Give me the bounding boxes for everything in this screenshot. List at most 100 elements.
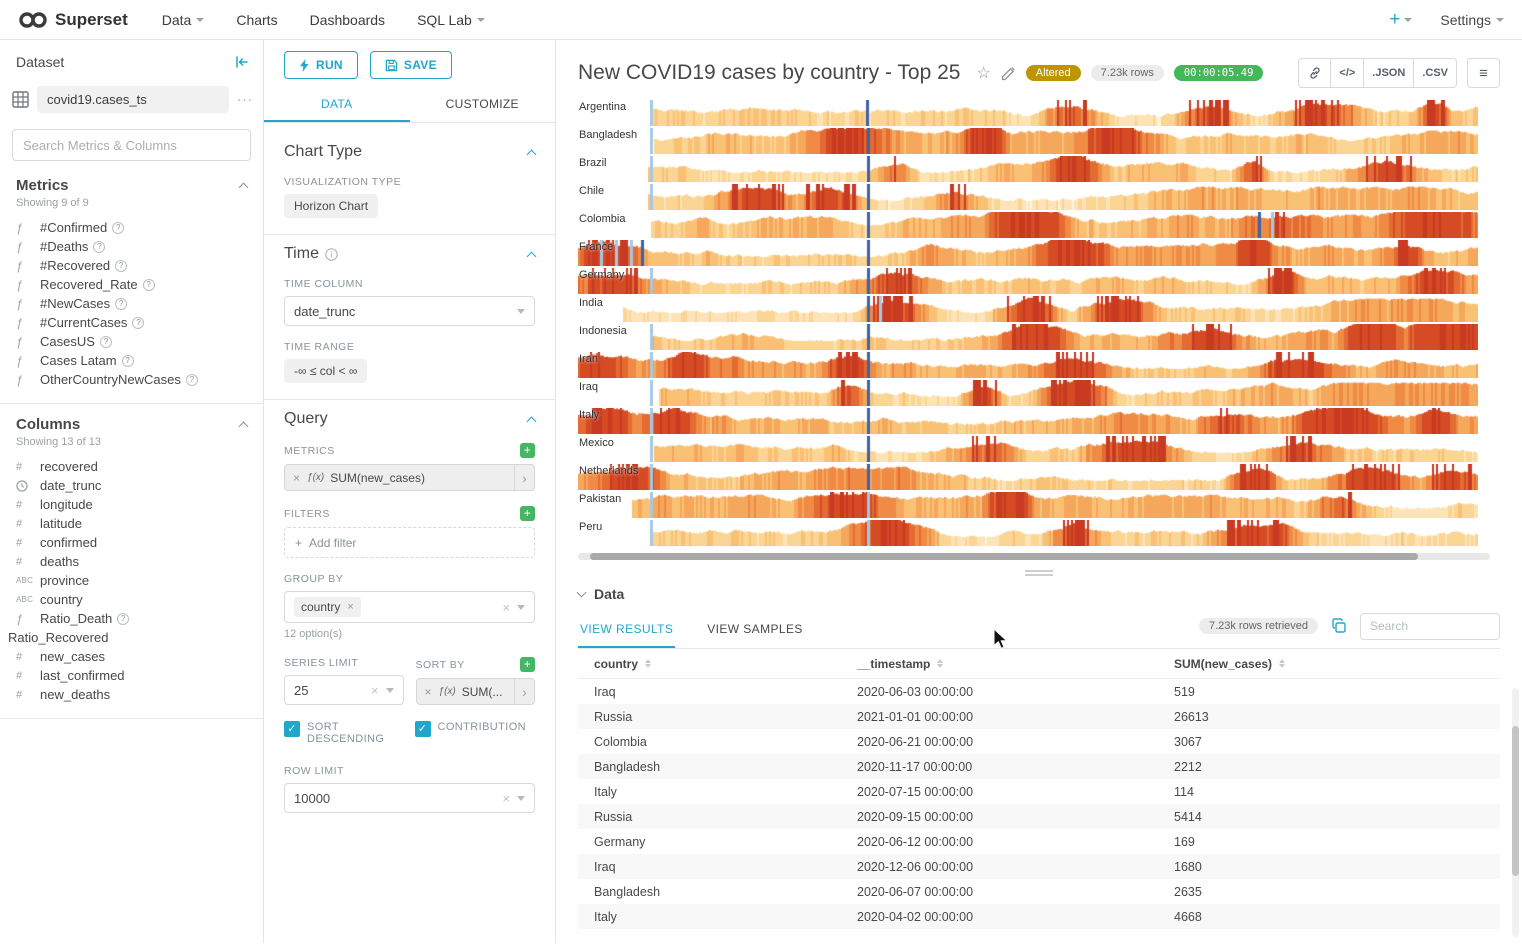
sort-descending-checkbox[interactable]: ✓ SORT DESCENDING <box>284 721 405 745</box>
collapse-section-icon[interactable] <box>527 149 537 159</box>
panel-resize-handle[interactable] <box>1025 570 1053 576</box>
column-item[interactable]: ABCprovince <box>16 571 247 590</box>
favorite-star-icon[interactable]: ☆ <box>976 63 990 83</box>
export-csv-button[interactable]: .CSV <box>1413 58 1457 88</box>
search-metrics-input[interactable] <box>12 129 251 161</box>
vertical-scrollbar[interactable] <box>1512 688 1519 937</box>
table-row[interactable]: Russia2021-01-01 00:00:0026613 <box>578 704 1500 729</box>
table-row[interactable]: Italy2020-07-15 00:00:00114 <box>578 779 1500 804</box>
run-button[interactable]: RUN <box>284 51 358 79</box>
time-column-select[interactable]: date_trunc <box>284 296 535 326</box>
scrollbar-thumb[interactable] <box>590 553 1418 560</box>
column-header--timestamp[interactable]: __timestamp <box>841 657 1158 671</box>
metric-item[interactable]: ƒ#Confirmed? <box>16 218 247 237</box>
group-by-chip[interactable]: country × <box>294 597 361 617</box>
collapse-columns-icon[interactable] <box>239 422 249 432</box>
column-item[interactable]: date_trunc <box>16 476 247 495</box>
horizon-row-bangladesh[interactable]: Bangladesh <box>578 128 1478 154</box>
chart-menu-button[interactable]: ≡ <box>1467 58 1500 88</box>
add-filter-plus-button[interactable]: + <box>520 506 535 521</box>
metric-item[interactable]: ƒ#CurrentCases? <box>16 313 247 332</box>
column-item[interactable]: #new_cases <box>16 647 247 666</box>
horizontal-scrollbar[interactable] <box>578 553 1490 560</box>
horizon-row-pakistan[interactable]: Pakistan <box>578 492 1478 518</box>
column-item[interactable]: #new_deaths <box>16 685 247 704</box>
time-range-value[interactable]: -∞ ≤ col < ∞ <box>284 359 367 383</box>
table-row[interactable]: Iraq2020-12-06 00:00:001680 <box>578 854 1500 879</box>
column-item[interactable]: #longitude <box>16 495 247 514</box>
horizon-row-france[interactable]: France <box>578 240 1478 266</box>
metric-chip[interactable]: × ƒ(x) SUM(new_cases) › <box>284 464 535 491</box>
copy-link-button[interactable] <box>1298 58 1331 88</box>
column-item[interactable]: #recovered <box>16 457 247 476</box>
horizon-row-chile[interactable]: Chile <box>578 184 1478 210</box>
altered-badge[interactable]: Altered <box>1026 65 1081 81</box>
group-by-select[interactable]: country × × <box>284 591 535 623</box>
remove-sort-by-icon[interactable]: × <box>425 685 432 699</box>
dataset-options-button[interactable]: ··· <box>237 92 253 107</box>
scrollbar-thumb[interactable] <box>1512 726 1519 876</box>
horizon-row-mexico[interactable]: Mexico <box>578 436 1478 462</box>
collapse-section-icon[interactable] <box>527 416 537 426</box>
dataset-name[interactable]: covid19.cases_ts <box>37 86 229 113</box>
nav-item-charts[interactable]: Charts <box>236 12 277 28</box>
collapse-panel-icon[interactable] <box>234 55 249 69</box>
superset-logo[interactable]: Superset <box>18 10 128 30</box>
add-filter-button[interactable]: + Add filter <box>284 527 535 558</box>
metric-item[interactable]: ƒ#NewCases? <box>16 294 247 313</box>
tab-view-samples[interactable]: VIEW SAMPLES <box>705 612 805 648</box>
metric-item[interactable]: ƒRecovered_Rate? <box>16 275 247 294</box>
save-button[interactable]: SAVE <box>370 51 452 79</box>
metric-item[interactable]: ƒ#Deaths? <box>16 237 247 256</box>
remove-group-by-icon[interactable]: × <box>347 601 353 613</box>
metric-item[interactable]: ƒ#Recovered? <box>16 256 247 275</box>
add-sort-by-button[interactable]: + <box>520 657 535 672</box>
edit-properties-icon[interactable] <box>1001 66 1016 81</box>
table-row[interactable]: Colombia2020-06-21 00:00:003067 <box>578 729 1500 754</box>
expand-metric-icon[interactable]: › <box>514 465 534 490</box>
data-section-toggle[interactable]: Data <box>578 578 1500 604</box>
collapse-section-icon[interactable] <box>527 251 537 261</box>
column-item[interactable]: #latitude <box>16 514 247 533</box>
tab-customize[interactable]: CUSTOMIZE <box>410 88 556 122</box>
settings-menu[interactable]: Settings <box>1440 12 1504 28</box>
add-metric-button[interactable]: + <box>520 443 535 458</box>
horizon-row-iraq[interactable]: Iraq <box>578 380 1478 406</box>
column-item[interactable]: Ratio_Recovered <box>8 628 247 647</box>
sort-by-chip[interactable]: × ƒ(x) SUM(... › <box>416 678 536 705</box>
column-item[interactable]: ƒRatio_Death? <box>16 609 247 628</box>
remove-metric-icon[interactable]: × <box>293 471 300 485</box>
horizon-row-netherlands[interactable]: Netherlands <box>578 464 1478 490</box>
horizon-row-iran[interactable]: Iran <box>578 352 1478 378</box>
results-search-input[interactable] <box>1360 613 1500 640</box>
collapse-metrics-icon[interactable] <box>239 183 249 193</box>
metric-item[interactable]: ƒCases Latam? <box>16 351 247 370</box>
nav-item-data[interactable]: Data <box>162 12 205 28</box>
table-row[interactable]: Iraq2020-06-03 00:00:00519 <box>578 679 1500 704</box>
column-item[interactable]: #deaths <box>16 552 247 571</box>
column-header-country[interactable]: country <box>578 657 841 671</box>
series-limit-select[interactable]: 25 × <box>284 675 404 705</box>
column-item[interactable]: #confirmed <box>16 533 247 552</box>
expand-sort-by-icon[interactable]: › <box>514 679 534 704</box>
horizon-row-brazil[interactable]: Brazil <box>578 156 1478 182</box>
table-row[interactable]: Bangladesh2020-11-17 00:00:002212 <box>578 754 1500 779</box>
row-limit-select[interactable]: 10000 × <box>284 783 535 813</box>
horizon-row-germany[interactable]: Germany <box>578 268 1478 294</box>
column-header-sum-new-cases-[interactable]: SUM(new_cases) <box>1158 657 1500 671</box>
column-item[interactable]: #last_confirmed <box>16 666 247 685</box>
copy-icon[interactable] <box>1331 618 1347 634</box>
table-row[interactable]: Russia2020-09-15 00:00:005414 <box>578 804 1500 829</box>
horizon-row-argentina[interactable]: Argentina <box>578 100 1478 126</box>
metric-item[interactable]: ƒOtherCountryNewCases? <box>16 370 247 389</box>
table-row[interactable]: Germany2020-06-12 00:00:00169 <box>578 829 1500 854</box>
horizon-row-colombia[interactable]: Colombia <box>578 212 1478 238</box>
tab-data[interactable]: DATA <box>264 88 410 122</box>
horizon-row-india[interactable]: India <box>578 296 1478 322</box>
nav-item-sql-lab[interactable]: SQL Lab <box>417 12 485 28</box>
export-json-button[interactable]: .JSON <box>1363 58 1414 88</box>
new-item-button[interactable]: + <box>1389 9 1412 31</box>
viz-type-value[interactable]: Horizon Chart <box>284 194 378 218</box>
nav-item-dashboards[interactable]: Dashboards <box>310 12 386 28</box>
horizon-row-italy[interactable]: Italy <box>578 408 1478 434</box>
